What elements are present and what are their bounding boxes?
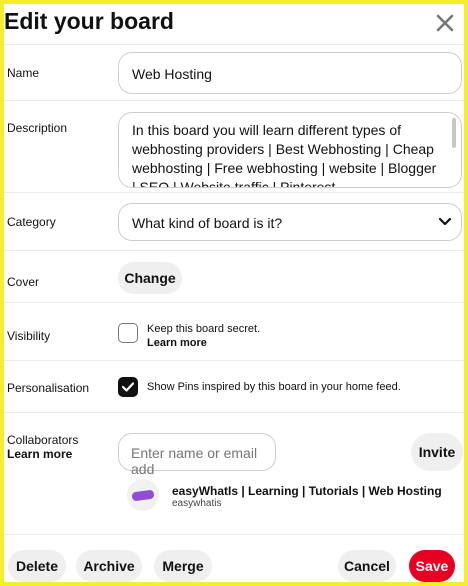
- change-cover-button[interactable]: Change: [118, 262, 182, 294]
- visibility-row: Visibility Keep this board secret. Learn…: [4, 302, 464, 361]
- name-input[interactable]: Web Hosting: [118, 52, 462, 94]
- visibility-label: Visibility: [7, 329, 51, 343]
- cancel-button[interactable]: Cancel: [338, 550, 396, 582]
- owner-name: easyWhatIs | Learning | Tutorials | Web …: [172, 484, 442, 498]
- close-icon[interactable]: [434, 12, 456, 34]
- collaborators-learn-more-link[interactable]: Learn more: [7, 447, 72, 461]
- personalisation-text: Show Pins inspired by this board in your…: [147, 381, 401, 393]
- visibility-learn-more-link[interactable]: Learn more: [147, 337, 207, 349]
- avatar: [127, 479, 159, 511]
- secret-text: Keep this board secret.: [147, 323, 261, 335]
- cover-row: Cover Change: [4, 250, 464, 303]
- description-row: Description In this board you will learn…: [4, 100, 464, 193]
- category-label: Category: [7, 215, 56, 229]
- collaborator-search-input[interactable]: Enter name or email add: [118, 433, 276, 477]
- category-placeholder: What kind of board is it?: [132, 215, 283, 231]
- name-label: Name: [7, 66, 40, 80]
- merge-button[interactable]: Merge: [154, 550, 212, 582]
- delete-button[interactable]: Delete: [8, 550, 66, 582]
- dialog-title: Edit your board: [4, 8, 174, 34]
- invite-button[interactable]: Invite: [411, 433, 463, 471]
- name-row: Name Web Hosting: [4, 44, 464, 101]
- description-textarea[interactable]: In this board you will learn different t…: [118, 112, 462, 188]
- collaborators-row: Collaborators Learn more Enter name or e…: [4, 412, 464, 535]
- personalisation-row: Personalisation Show Pins inspired by th…: [4, 360, 464, 413]
- collaborators-label: Collaborators: [7, 433, 79, 447]
- personalisation-checkbox[interactable]: [118, 377, 138, 397]
- description-label: Description: [7, 121, 68, 135]
- description-scrollbar[interactable]: [452, 118, 456, 148]
- avatar-logo: [131, 489, 155, 501]
- archive-button[interactable]: Archive: [76, 550, 142, 582]
- category-row: Category What kind of board is it?: [4, 192, 464, 251]
- personalisation-label: Personalisation: [7, 381, 90, 395]
- checkmark-icon: [122, 382, 134, 392]
- save-button[interactable]: Save: [409, 550, 455, 582]
- footer: Delete Archive Merge Cancel Save: [4, 534, 464, 582]
- secret-checkbox[interactable]: [118, 323, 138, 343]
- owner-username: easywhatis: [172, 498, 222, 509]
- chevron-down-icon: [439, 218, 451, 226]
- edit-board-dialog: Edit your board Name Web Hosting Descrip…: [4, 4, 464, 582]
- cover-label: Cover: [7, 275, 40, 289]
- category-select[interactable]: What kind of board is it?: [118, 203, 462, 241]
